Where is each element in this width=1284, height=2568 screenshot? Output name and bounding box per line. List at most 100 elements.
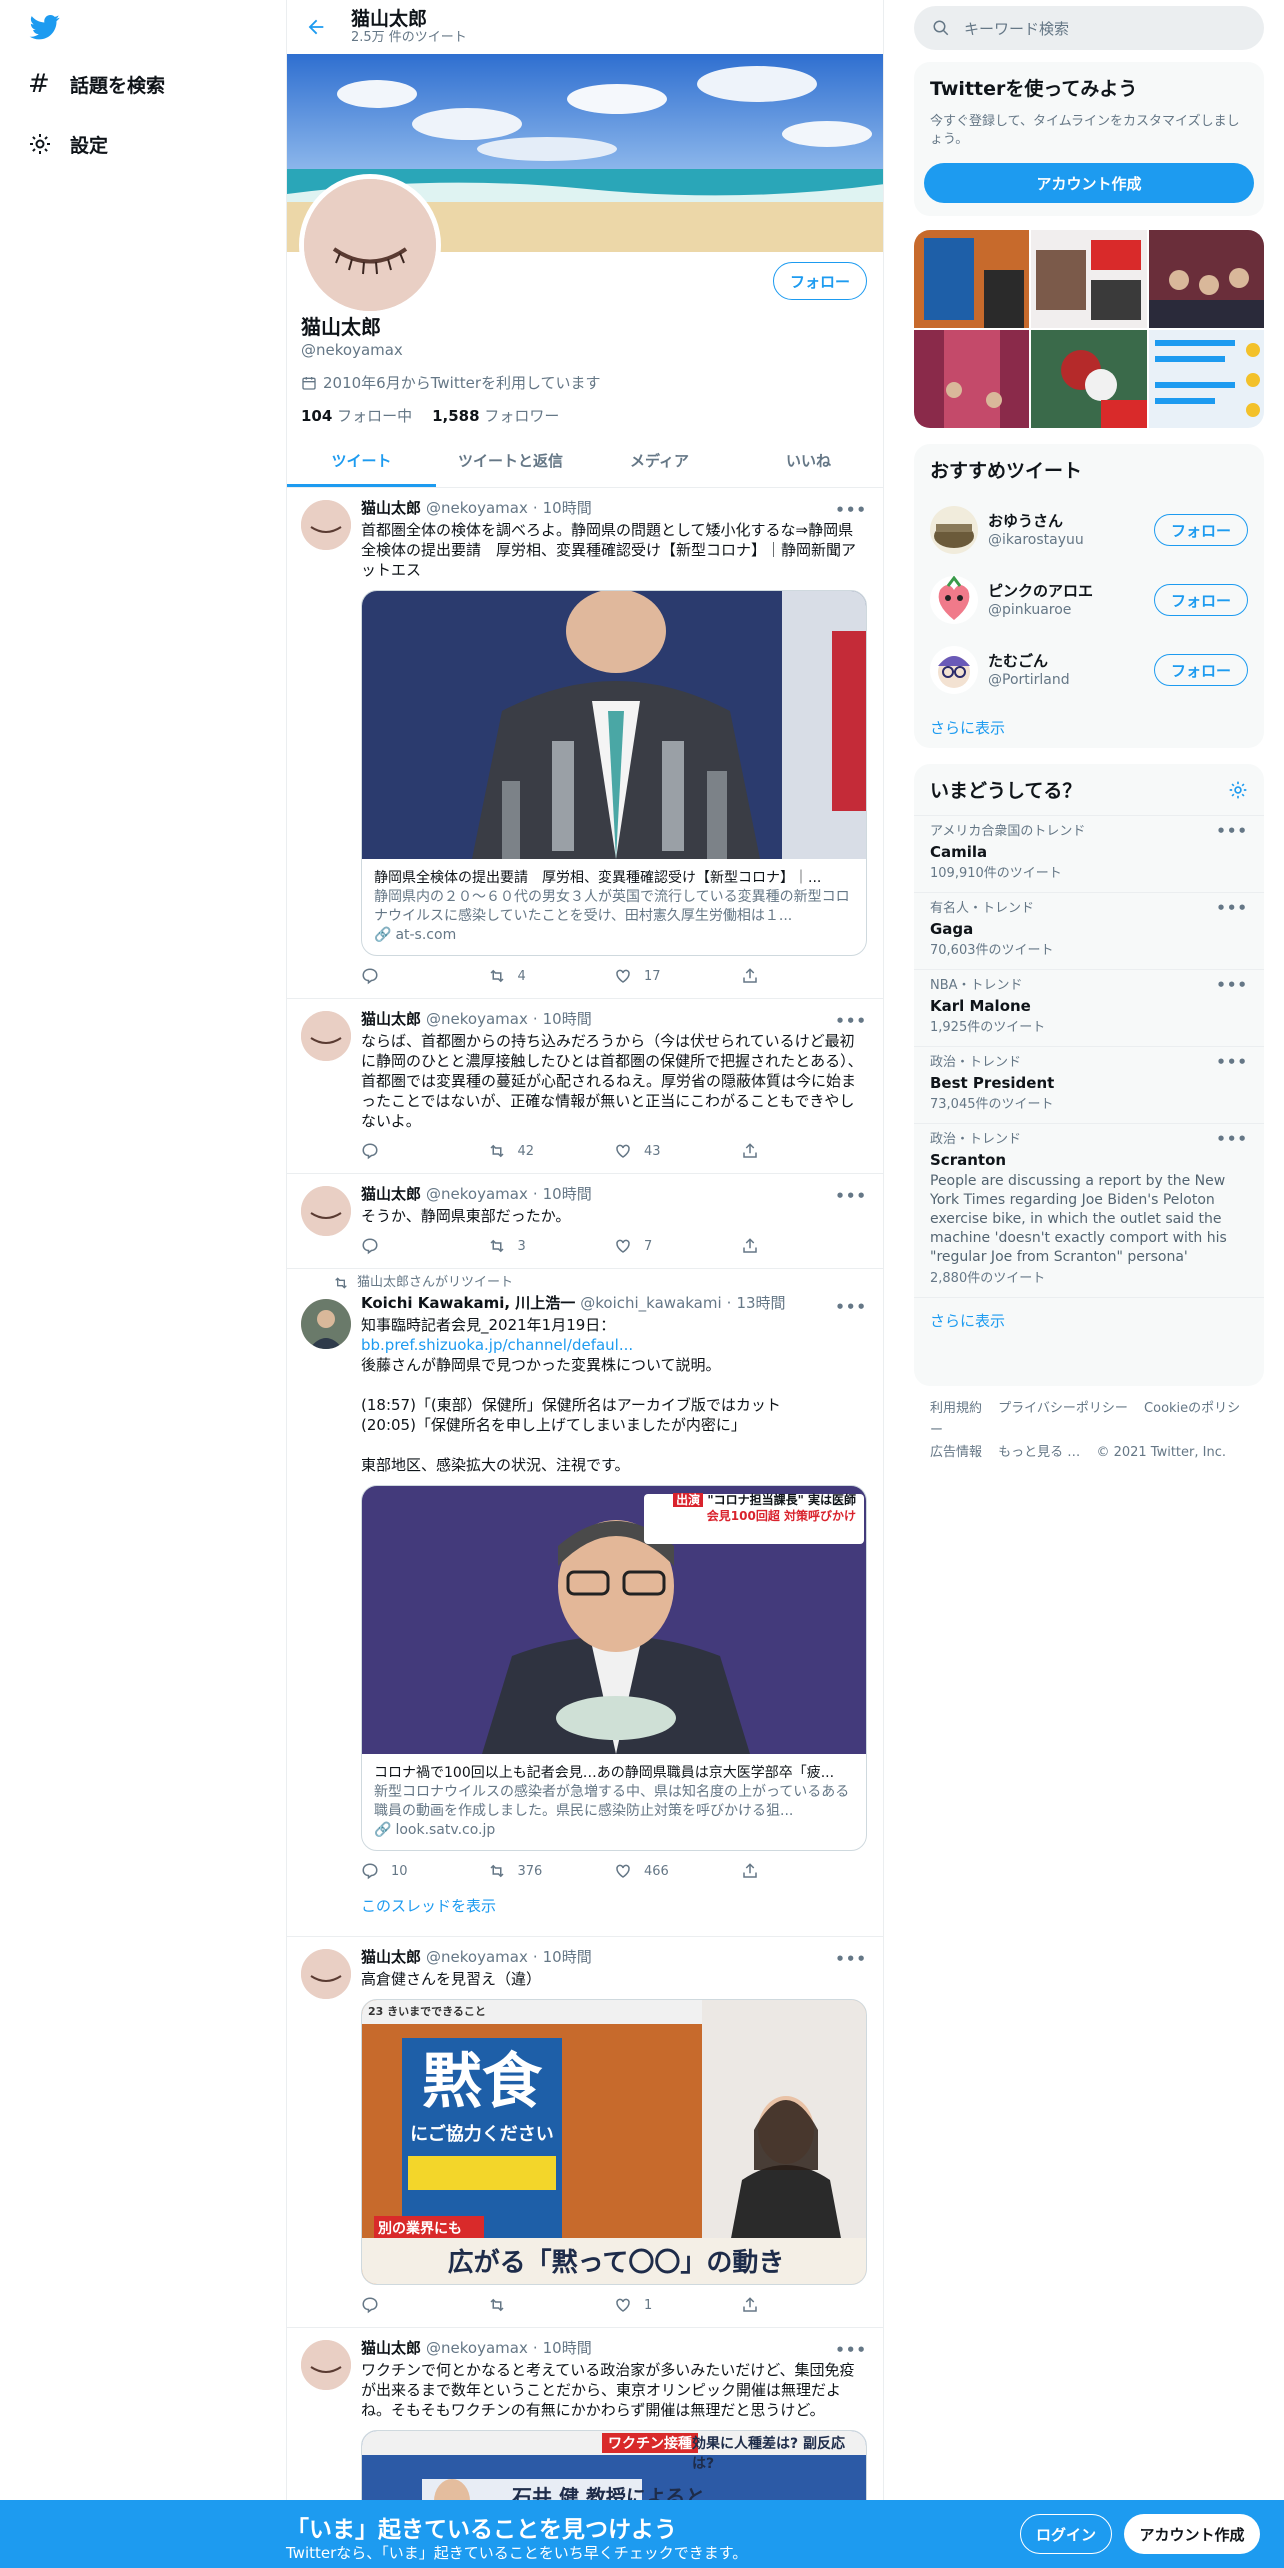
tweet[interactable]: 猫山太郎 @nekoyamax · 10時間 ••• 首都圏全体の検体を調べろよ… [287,488,883,999]
show-more-link[interactable]: さらに表示 [914,1297,1264,1347]
tweet-media-image[interactable]: 23 きいまでできること 黙食 にご協力ください 別の業界にも 広がる「黙って〇… [361,1999,867,2285]
like-button[interactable]: 1 [614,2293,741,2317]
footer-link[interactable]: 利用規約 [930,1401,982,1416]
footer-link[interactable]: 広告情報 [930,1445,982,1460]
search-box[interactable]: キーワード検索 [914,6,1264,50]
avatar[interactable] [930,506,978,554]
avatar[interactable] [301,1011,351,1061]
tweet-time[interactable]: 13時間 [736,1293,785,1313]
login-button[interactable]: ログイン [1020,2514,1112,2554]
suggested-user[interactable]: おゆうさん @ikarostayuu フォロー [914,495,1264,565]
suggested-user[interactable]: たむごん @Portirland フォロー [914,635,1264,705]
tweet-author-name[interactable]: 猫山太郎 [361,498,421,518]
share-button[interactable] [741,964,868,988]
more-icon[interactable]: ••• [835,1949,867,1969]
reply-button[interactable] [361,1139,488,1163]
like-button[interactable]: 17 [614,964,741,988]
nav-settings[interactable]: 設定 [28,124,108,164]
tab-likes[interactable]: いいね [734,434,883,487]
more-icon[interactable]: ••• [835,1186,867,1206]
share-button[interactable] [741,1234,868,1258]
following-link[interactable]: 104 フォロー中 [301,405,412,426]
tweet[interactable]: 猫山太郎さんがリツイート Koichi Kawakami, 川上浩一 @koic… [287,1269,883,1937]
media-thumb[interactable] [1148,230,1264,328]
avatar[interactable] [301,1186,351,1236]
retweet-note-text[interactable]: 猫山太郎さんがリツイート [357,1275,513,1291]
follow-button[interactable]: フォロー [773,262,867,300]
trend-item[interactable]: NBA・トレンド Karl Malone 1,925件のツイート ••• [914,969,1264,1046]
avatar[interactable] [301,1299,351,1349]
trend-item[interactable]: アメリカ合衆国のトレンド Camila 109,910件のツイート ••• [914,815,1264,892]
tweet-time[interactable]: 10時間 [543,2338,592,2358]
like-button[interactable]: 7 [614,1234,741,1258]
tab-tweets-replies[interactable]: ツイートと返信 [436,434,585,487]
tweet-time[interactable]: 10時間 [543,1009,592,1029]
link-card[interactable]: 静岡県全検体の提出要請 厚労相、変異種確認受け【新型コロナ】｜... 静岡県内の… [361,590,867,956]
media-thumb[interactable] [914,330,1030,428]
retweet-button[interactable]: 42 [488,1139,615,1163]
share-button[interactable] [741,1139,868,1163]
tab-tweets[interactable]: ツイート [287,434,436,487]
like-button[interactable]: 466 [614,1859,741,1883]
footer-link[interactable]: もっと見る … [998,1445,1080,1460]
follow-button[interactable]: フォロー [1154,654,1248,686]
avatar[interactable] [301,2340,351,2390]
create-account-button[interactable]: アカウント作成 [924,163,1254,203]
media-thumb[interactable] [1148,330,1264,428]
avatar[interactable] [301,500,351,550]
retweet-button[interactable]: 4 [488,964,615,988]
trend-item[interactable]: 政治・トレンド Scranton People are discussing a… [914,1123,1264,1297]
gear-icon[interactable] [1228,780,1248,800]
more-icon[interactable]: ••• [1216,899,1248,917]
like-button[interactable]: 43 [614,1139,741,1163]
footer-link[interactable]: プライバシーポリシー [998,1401,1128,1416]
reply-button[interactable] [361,2293,488,2317]
tweet-author-name[interactable]: 猫山太郎 [361,1184,421,1204]
followers-link[interactable]: 1,588 フォロワー [432,405,559,426]
share-button[interactable] [741,2293,868,2317]
more-icon[interactable]: ••• [1216,976,1248,994]
suggested-user[interactable]: ピンクのアロエ @pinkuaroe フォロー [914,565,1264,635]
show-thread-link[interactable]: このスレッドを表示 [361,1883,867,1926]
twitter-logo-icon[interactable] [28,12,62,42]
follow-button[interactable]: フォロー [1154,584,1248,616]
signup-button[interactable]: アカウント作成 [1124,2514,1260,2554]
tweet-author-name[interactable]: 猫山太郎 [361,1009,421,1029]
tweet-time[interactable]: 10時間 [543,498,592,518]
avatar[interactable] [301,1949,351,1999]
tweet[interactable]: 猫山太郎 @nekoyamax · 10時間 ••• そうか、静岡県東部だったか… [287,1174,883,1269]
more-icon[interactable]: ••• [1216,1130,1248,1148]
media-thumb[interactable] [1031,230,1147,328]
avatar[interactable] [930,576,978,624]
tweet-author-name[interactable]: 猫山太郎 [361,2338,421,2358]
avatar[interactable] [930,646,978,694]
media-thumb[interactable] [1031,330,1147,428]
retweet-button[interactable]: 3 [488,1234,615,1258]
reply-button[interactable] [361,964,488,988]
media-thumb[interactable] [914,230,1030,328]
profile-avatar[interactable] [299,174,441,316]
trend-item[interactable]: 政治・トレンド Best President 73,045件のツイート ••• [914,1046,1264,1123]
tweet-author-name[interactable]: Koichi Kawakami, 川上浩一 [361,1293,575,1313]
share-button[interactable] [741,1859,868,1883]
reply-button[interactable]: 10 [361,1859,488,1883]
more-icon[interactable]: ••• [835,2340,867,2360]
back-arrow-icon[interactable] [305,16,327,38]
retweet-button[interactable] [488,2293,615,2317]
more-icon[interactable]: ••• [835,1297,867,1317]
search-input[interactable]: キーワード検索 [964,18,1069,39]
reply-button[interactable] [361,1234,488,1258]
nav-explore[interactable]: # 話題を検索 [28,64,165,104]
follow-button[interactable]: フォロー [1154,514,1248,546]
link-card[interactable]: 出演 "コロナ担当課長" 実は医師 会見100回超 対策呼びかけ コロナ禍で10… [361,1485,867,1851]
tweet-time[interactable]: 10時間 [543,1184,592,1204]
tweet-time[interactable]: 10時間 [543,1947,592,1967]
tab-media[interactable]: メディア [585,434,734,487]
more-icon[interactable]: ••• [1216,822,1248,840]
tweet-link[interactable]: bb.pref.shizuoka.jp/channel/defaul... [361,1336,633,1354]
more-icon[interactable]: ••• [1216,1053,1248,1071]
more-icon[interactable]: ••• [835,1011,867,1031]
more-icon[interactable]: ••• [835,500,867,520]
retweet-button[interactable]: 376 [488,1859,615,1883]
tweet[interactable]: 猫山太郎 @nekoyamax · 10時間 ••• 高倉健さんを見習え（違） [287,1937,883,2328]
